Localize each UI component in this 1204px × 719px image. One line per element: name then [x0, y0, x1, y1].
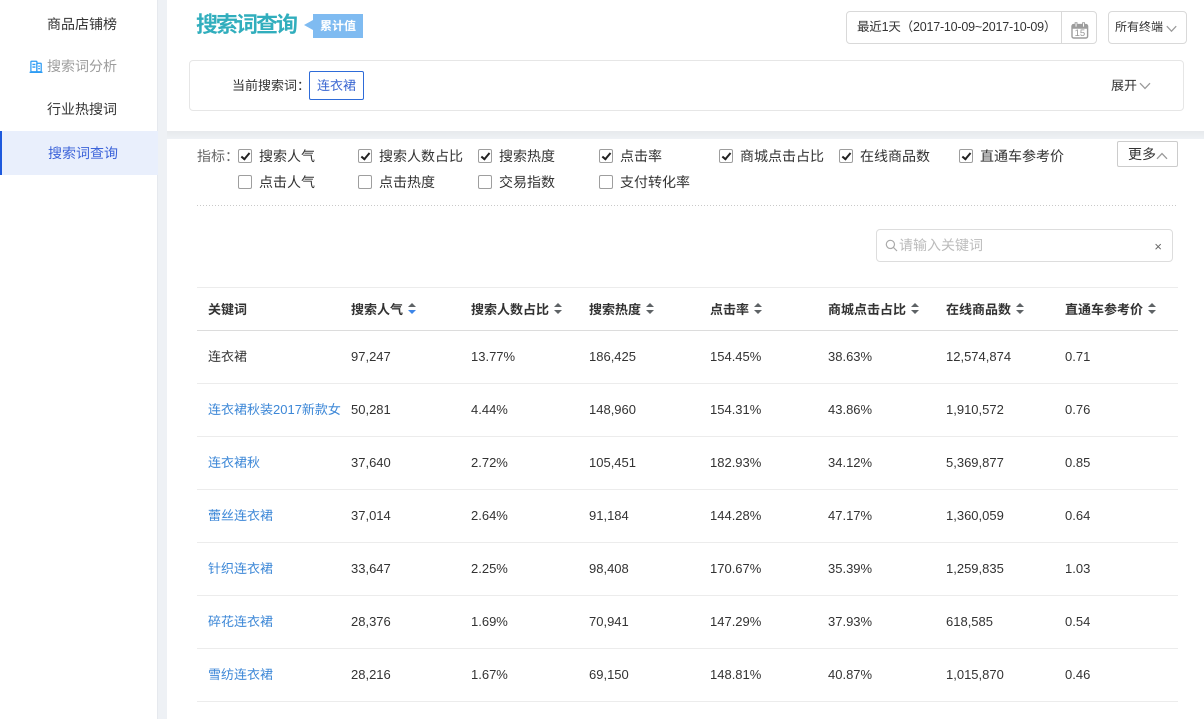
svg-text:15: 15 [1075, 28, 1086, 39]
